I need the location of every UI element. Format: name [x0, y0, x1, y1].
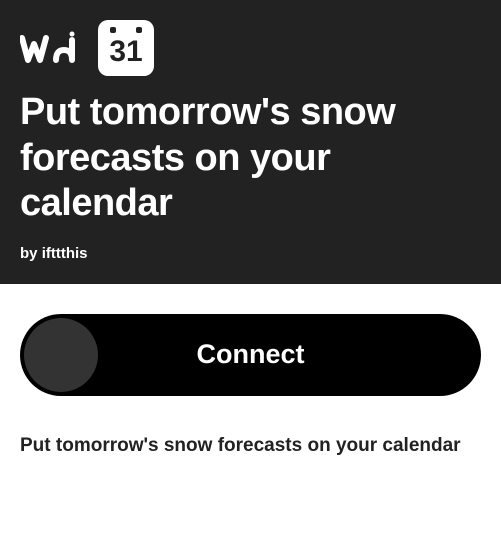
- author-prefix: by: [20, 245, 42, 262]
- connect-label: Connect: [197, 339, 305, 370]
- applet-author[interactable]: by ifttthis: [20, 245, 481, 262]
- author-name: ifttthis: [42, 245, 88, 262]
- weather-underground-icon: [20, 30, 82, 66]
- service-icons-row: 31: [20, 20, 481, 76]
- calendar-day-number: 31: [109, 35, 142, 69]
- connect-button[interactable]: Connect: [20, 314, 481, 396]
- calendar-icon: 31: [98, 20, 154, 76]
- toggle-knob: [24, 318, 98, 392]
- applet-content: Connect Put tomorrow's snow forecasts on…: [0, 284, 501, 491]
- applet-header: 31 Put tomorrow's snow forecasts on your…: [0, 0, 501, 284]
- applet-title: Put tomorrow's snow forecasts on your ca…: [20, 90, 481, 227]
- applet-description: Put tomorrow's snow forecasts on your ca…: [20, 432, 481, 461]
